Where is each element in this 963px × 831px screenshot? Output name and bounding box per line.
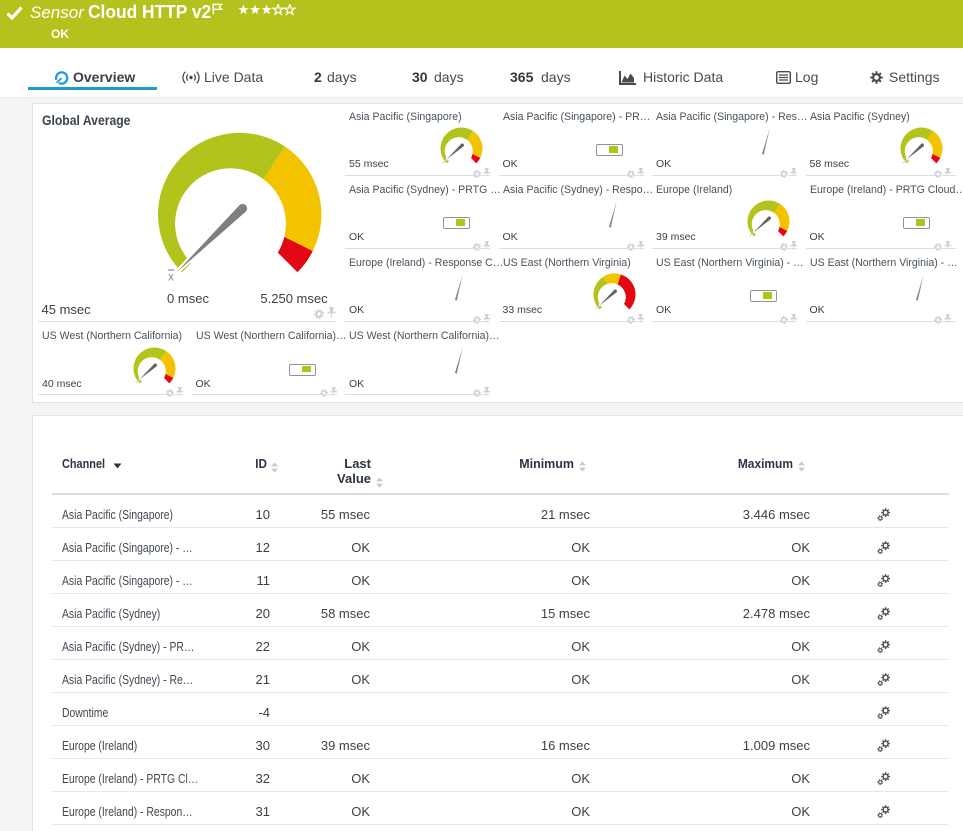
svg-text:x: x [168,272,174,284]
